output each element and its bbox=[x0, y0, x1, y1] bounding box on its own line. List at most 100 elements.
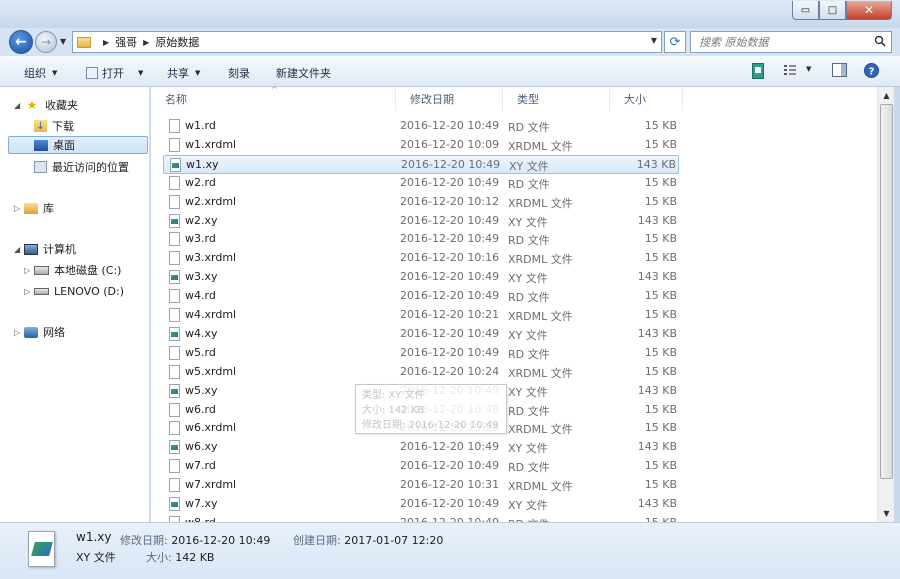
file-row[interactable]: w7.xrdml 2016-12-20 10:31 XRDML 文件 15 KB bbox=[163, 476, 679, 495]
file-row[interactable]: w3.rd 2016-12-20 10:49 RD 文件 15 KB bbox=[163, 230, 679, 249]
nav-computer[interactable]: ◢ 计算机 bbox=[14, 240, 76, 258]
new-folder-button[interactable]: 新建文件夹 bbox=[276, 65, 331, 81]
nav-network[interactable]: ▷ 网络 bbox=[14, 323, 65, 341]
vertical-scrollbar[interactable]: ▲ ▼ bbox=[877, 87, 894, 522]
search-input[interactable] bbox=[699, 35, 859, 49]
burn-button[interactable]: 刻录 bbox=[228, 65, 250, 81]
preview-pane-icon[interactable] bbox=[832, 63, 847, 77]
file-date: 2016-12-20 10:49 bbox=[400, 326, 500, 340]
view-dropdown[interactable]: ▼ bbox=[806, 65, 811, 73]
open-menu[interactable]: 打开 ▼ bbox=[86, 65, 143, 81]
chevron-right-icon[interactable]: ▶ bbox=[103, 38, 109, 47]
forward-button[interactable]: → bbox=[35, 31, 57, 53]
chevron-right-icon[interactable]: ▶ bbox=[143, 38, 149, 47]
file-size: 15 KB bbox=[644, 175, 677, 189]
file-row[interactable]: w4.rd 2016-12-20 10:49 RD 文件 15 KB bbox=[163, 287, 679, 306]
close-button[interactable]: ✕ bbox=[846, 1, 892, 20]
nav-libraries[interactable]: ▷ 库 bbox=[14, 199, 54, 217]
share-menu[interactable]: 共享 ▼ bbox=[167, 65, 200, 81]
scroll-thumb[interactable] bbox=[880, 104, 893, 479]
nav-desktop[interactable]: 桌面 bbox=[8, 136, 148, 154]
file-size: 143 KB bbox=[637, 270, 677, 284]
file-row[interactable]: w1.rd 2016-12-20 10:49 RD 文件 15 KB bbox=[163, 117, 679, 136]
nav-downloads-label: 下载 bbox=[52, 120, 74, 133]
library-icon bbox=[24, 202, 38, 214]
expand-arrow-icon[interactable]: ▷ bbox=[24, 287, 34, 296]
breadcrumb-item[interactable]: 原始数据 bbox=[155, 34, 199, 50]
breadcrumb-item[interactable]: 强哥 bbox=[115, 34, 137, 50]
preview-icon[interactable] bbox=[752, 63, 764, 79]
file-row[interactable]: w4.xrdml 2016-12-20 10:21 XRDML 文件 15 KB bbox=[163, 306, 679, 325]
search-icon[interactable] bbox=[874, 35, 886, 47]
file-row[interactable]: w8.rd2016-12-20 10:49RD 文件15 KB bbox=[163, 514, 679, 522]
minimize-button[interactable]: ▭ bbox=[792, 1, 819, 20]
file-date: 2016-12-20 10:12 bbox=[400, 194, 500, 208]
file-date: 2016-12-20 10:24 bbox=[400, 364, 500, 378]
file-row[interactable]: w7.rd 2016-12-20 10:49 RD 文件 15 KB bbox=[163, 457, 679, 476]
nav-drive-d[interactable]: ▷ LENOVO (D:) bbox=[24, 282, 124, 300]
document-icon bbox=[169, 289, 180, 304]
document-icon bbox=[169, 251, 180, 266]
file-list: 名称 ^ 修改日期 类型 大小 w1.rd 2016-12-20 10:49 RD … bbox=[151, 87, 877, 522]
file-type: XY 文件 bbox=[508, 385, 548, 399]
back-button[interactable]: ← bbox=[9, 30, 33, 54]
expand-arrow-icon[interactable]: ▷ bbox=[14, 328, 24, 337]
file-row[interactable]: w7.xy 2016-12-20 10:49 XY 文件 143 KB bbox=[163, 495, 679, 514]
file-row[interactable]: w2.xrdml 2016-12-20 10:12 XRDML 文件 15 KB bbox=[163, 193, 679, 212]
file-row[interactable]: w5.rd 2016-12-20 10:49 RD 文件 15 KB bbox=[163, 344, 679, 363]
file-row[interactable]: w3.xy 2016-12-20 10:49 XY 文件 143 KB bbox=[163, 268, 679, 287]
column-header-date[interactable]: 修改日期 bbox=[396, 87, 503, 111]
document-icon bbox=[169, 232, 180, 247]
refresh-button[interactable]: ⟳ bbox=[664, 31, 686, 53]
expand-arrow-icon[interactable]: ◢ bbox=[14, 245, 24, 254]
document-icon bbox=[169, 364, 180, 379]
expand-arrow-icon[interactable]: ▷ bbox=[14, 204, 24, 213]
file-size: 15 KB bbox=[644, 232, 677, 246]
file-type: RD 文件 bbox=[508, 177, 550, 191]
chevron-down-icon[interactable]: ▼ bbox=[651, 36, 657, 45]
column-header-type[interactable]: 类型 bbox=[503, 87, 610, 111]
organize-menu[interactable]: 组织 ▼ bbox=[24, 65, 57, 81]
recent-pages-dropdown[interactable]: ▼ bbox=[60, 37, 66, 46]
chevron-down-icon: ▼ bbox=[195, 69, 201, 77]
view-options-icon[interactable] bbox=[783, 63, 797, 77]
column-header-name[interactable]: 名称 ^ bbox=[151, 87, 396, 111]
search-box[interactable] bbox=[690, 31, 892, 53]
file-row[interactable]: w1.xrdml 2016-12-20 10:09 XRDML 文件 15 KB bbox=[163, 136, 679, 155]
window-controls: ▭ □ ✕ bbox=[792, 1, 892, 20]
file-row[interactable]: w6.xy 2016-12-20 10:49 XY 文件 143 KB bbox=[163, 438, 679, 457]
file-row[interactable]: w4.xy 2016-12-20 10:49 XY 文件 143 KB bbox=[163, 325, 679, 344]
chevron-down-icon: ▼ bbox=[138, 69, 144, 77]
file-name: w4.xrdml bbox=[185, 308, 237, 321]
file-type: RD 文件 bbox=[508, 347, 550, 361]
column-header-size[interactable]: 大小 bbox=[610, 87, 683, 111]
file-row[interactable]: w3.xrdml 2016-12-20 10:16 XRDML 文件 15 KB bbox=[163, 249, 679, 268]
file-row[interactable]: w1.xy 2016-12-20 10:49 XY 文件 143 KB bbox=[163, 154, 679, 174]
file-name: w6.xy bbox=[185, 440, 218, 454]
nav-recent[interactable]: 最近访问的位置 bbox=[34, 158, 129, 176]
file-type: RD 文件 bbox=[508, 291, 550, 305]
file-type: XY 文件 bbox=[508, 328, 548, 342]
nav-recent-label: 最近访问的位置 bbox=[52, 161, 129, 174]
file-row[interactable]: w2.rd 2016-12-20 10:49 RD 文件 15 KB bbox=[163, 174, 679, 193]
file-name: w3.xrdml bbox=[185, 251, 237, 265]
file-type: XY 文件 bbox=[509, 159, 549, 173]
expand-arrow-icon[interactable]: ◢ bbox=[14, 101, 24, 110]
xy-file-icon bbox=[169, 213, 180, 228]
scroll-down-button[interactable]: ▼ bbox=[878, 505, 895, 522]
nav-favorites[interactable]: ◢ ★ 收藏夹 bbox=[14, 96, 78, 114]
details-created-value: 2017-01-07 12:20 bbox=[344, 534, 444, 547]
expand-arrow-icon[interactable]: ▷ bbox=[24, 266, 34, 275]
burn-label: 刻录 bbox=[228, 67, 250, 80]
help-icon[interactable]: ? bbox=[864, 63, 879, 78]
nav-drive-c[interactable]: ▷ 本地磁盘 (C:) bbox=[24, 261, 121, 279]
file-name: w5.rd bbox=[185, 345, 216, 359]
file-name: w5.xy bbox=[185, 383, 218, 397]
file-row[interactable]: w5.xrdml 2016-12-20 10:24 XRDML 文件 15 KB bbox=[163, 363, 679, 382]
nav-downloads[interactable]: ↓ 下载 bbox=[34, 117, 74, 135]
maximize-button[interactable]: □ bbox=[819, 1, 846, 20]
scroll-up-button[interactable]: ▲ bbox=[878, 87, 895, 104]
nav-drive-c-label: 本地磁盘 (C:) bbox=[54, 264, 122, 277]
address-bar[interactable]: ▶ 强哥 ▶ 原始数据 ▼ bbox=[72, 31, 662, 53]
file-row[interactable]: w2.xy 2016-12-20 10:49 XY 文件 143 KB bbox=[163, 212, 679, 231]
